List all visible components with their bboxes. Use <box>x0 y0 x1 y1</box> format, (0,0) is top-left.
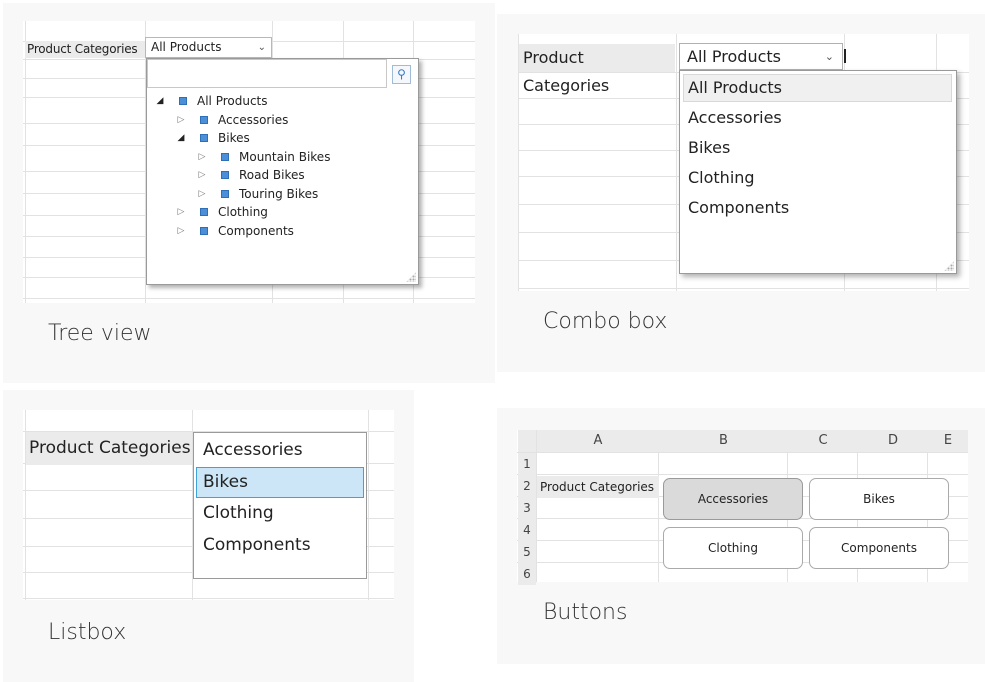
listbox[interactable]: Accessories Bikes Clothing Components <box>193 432 367 579</box>
combo-option[interactable]: Components <box>683 194 952 222</box>
tree-item[interactable]: ▷ Clothing <box>147 203 417 222</box>
combo-box-dropdown: All Products Accessories Bikes Clothing Comp… <box>679 70 957 274</box>
tree-view-label: Product Categories <box>25 41 145 58</box>
category-icon <box>221 189 229 198</box>
tree-view-combo[interactable]: All Products ⌄ <box>145 37 272 58</box>
category-icon <box>200 134 208 142</box>
column-header[interactable]: E <box>928 430 968 452</box>
tree-item[interactable]: ▷ Accessories <box>147 111 417 130</box>
chevron-down-icon[interactable]: ⌄ <box>258 38 266 57</box>
buttons-caption: Buttons <box>543 600 628 625</box>
combo-box-caption: Combo box <box>543 309 668 334</box>
combo-option[interactable]: All Products <box>683 74 952 102</box>
chevron-down-icon[interactable]: ⌄ <box>825 44 834 69</box>
slicer-button[interactable]: Clothing <box>663 527 803 569</box>
collapsed-arrow-icon[interactable]: ▷ <box>197 166 207 184</box>
row-header[interactable]: 5 <box>518 541 536 563</box>
slicer-button[interactable]: Accessories <box>663 478 803 520</box>
listbox-item[interactable]: Clothing <box>196 498 364 529</box>
tree-item-label: Bikes <box>218 131 250 145</box>
tree-item[interactable]: ▷ Mountain Bikes <box>147 148 417 167</box>
listbox-item[interactable]: Accessories <box>196 435 364 466</box>
collapsed-arrow-icon[interactable]: ▷ <box>176 222 186 240</box>
category-icon <box>200 226 208 235</box>
combo-option[interactable]: Bikes <box>683 134 952 162</box>
resize-grip-icon[interactable] <box>944 261 954 271</box>
listbox-item[interactable]: Components <box>196 530 364 561</box>
collapsed-arrow-icon[interactable]: ▷ <box>176 111 186 129</box>
buttons-label: Product Categories <box>537 476 659 498</box>
text-cursor <box>844 49 846 63</box>
row-header[interactable]: 2 <box>518 475 536 497</box>
slicer-button[interactable]: Bikes <box>809 478 949 520</box>
combo-box-value: All Products <box>687 47 782 66</box>
row-header[interactable]: 1 <box>518 453 536 475</box>
tree-view-combo-value: All Products <box>151 40 222 54</box>
tree-item-label: Road Bikes <box>239 168 305 182</box>
collapsed-arrow-icon[interactable]: ▷ <box>176 203 186 221</box>
tree-item[interactable]: ▷ Road Bikes <box>147 166 417 185</box>
tree-item-label: Mountain Bikes <box>239 149 331 164</box>
collapsed-arrow-icon[interactable]: ▷ <box>197 185 207 203</box>
tree-item-label: Components <box>218 223 294 238</box>
listbox-caption: Listbox <box>48 620 127 645</box>
tree-item-label: Accessories <box>218 112 289 127</box>
category-icon <box>200 208 208 216</box>
combo-box-input[interactable]: All Products ⌄ <box>679 43 843 70</box>
tree-view-dropdown: ⚲ ◢ All Products ▷ Accessories ◢ Bikes ▷ Mounta… <box>146 58 419 285</box>
tree-item-label: Touring Bikes <box>239 186 319 201</box>
tree-item[interactable]: ▷ Touring Bikes <box>147 185 417 204</box>
column-header[interactable]: B <box>659 430 788 452</box>
search-icon[interactable]: ⚲ <box>392 65 411 84</box>
category-icon <box>221 171 229 179</box>
listbox-item[interactable]: Bikes <box>196 466 364 498</box>
listbox-label: Product Categories <box>26 432 192 465</box>
row-header[interactable]: 4 <box>518 519 536 541</box>
tree-item[interactable]: ◢ All Products <box>147 92 417 111</box>
combo-option[interactable]: Clothing <box>683 164 952 192</box>
expanded-arrow-icon[interactable]: ◢ <box>176 129 186 147</box>
row-header[interactable]: 3 <box>518 497 536 519</box>
tree-item[interactable]: ▷ Components <box>147 222 417 241</box>
combo-box-label: Product Categories <box>519 44 675 95</box>
collapsed-arrow-icon[interactable]: ▷ <box>197 148 207 166</box>
resize-grip-icon[interactable] <box>406 272 416 282</box>
expanded-arrow-icon[interactable]: ◢ <box>155 92 165 110</box>
combo-option[interactable]: Accessories <box>683 104 952 132</box>
column-header[interactable]: D <box>858 430 928 452</box>
tree-item-label: All Products <box>197 94 268 108</box>
tree-item[interactable]: ◢ Bikes <box>147 129 417 148</box>
tree-view-list: ◢ All Products ▷ Accessories ◢ Bikes ▷ Mountain… <box>147 92 417 240</box>
tree-item-label: Clothing <box>218 205 268 219</box>
column-header[interactable]: C <box>788 430 858 452</box>
category-icon <box>200 115 208 124</box>
column-header[interactable]: A <box>537 430 659 452</box>
tree-view-caption: Tree view <box>48 321 152 346</box>
category-icon <box>179 97 187 105</box>
corner-cell[interactable] <box>518 430 536 452</box>
slicer-button[interactable]: Components <box>809 527 949 569</box>
row-header[interactable]: 6 <box>518 563 536 585</box>
tree-view-search-input[interactable] <box>147 59 387 88</box>
category-icon <box>221 152 229 161</box>
